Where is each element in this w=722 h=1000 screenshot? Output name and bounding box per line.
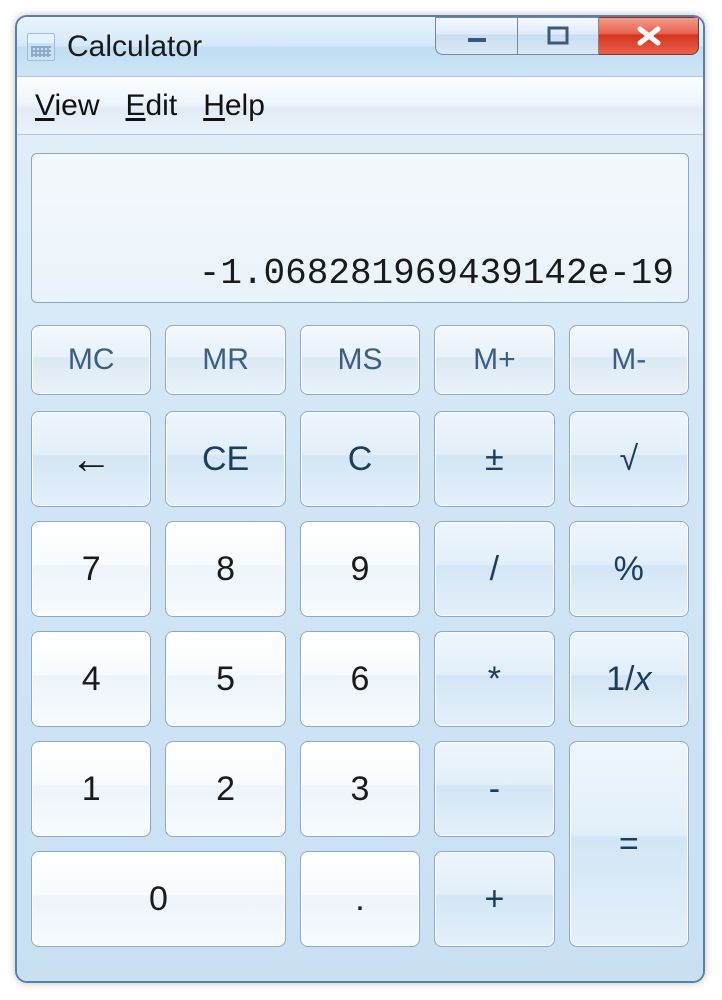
digit-9-button[interactable]: 9 [300,521,420,617]
digit-3-button[interactable]: 3 [300,741,420,837]
multiply-button[interactable]: * [434,631,554,727]
close-button[interactable] [599,17,699,55]
add-button[interactable]: + [434,851,554,947]
minimize-button[interactable] [435,17,517,55]
digit-7-button[interactable]: 7 [31,521,151,617]
reciprocal-button[interactable]: 1/x [569,631,689,727]
backspace-icon: ← [70,438,112,480]
digit-8-button[interactable]: 8 [165,521,285,617]
memory-row: MC MR MS M+ M- [31,325,689,395]
display-value: -1.068281969439142e-19 [199,253,674,294]
divide-button[interactable]: / [434,521,554,617]
digit-4-button[interactable]: 4 [31,631,151,727]
ms-button[interactable]: MS [300,325,420,395]
c-button[interactable]: C [300,411,420,507]
close-icon [632,24,666,48]
window-controls [435,17,699,55]
mr-button[interactable]: MR [165,325,285,395]
subtract-button[interactable]: - [434,741,554,837]
client-area: -1.068281969439142e-19 MC MR MS M+ M- ← … [17,135,703,981]
calculator-window: Calculator View Edit Help -1.06828196943… [15,15,705,983]
keypad: ← CE C ± √ 7 8 9 / % 4 5 6 * 1/x 1 2 3 -… [31,411,689,947]
maximize-icon [543,25,573,47]
equals-button[interactable]: = [569,741,689,947]
calculator-icon [27,33,55,61]
menu-help[interactable]: Help [203,89,265,123]
maximize-button[interactable] [517,17,599,55]
mplus-button[interactable]: M+ [434,325,554,395]
decimal-button[interactable]: . [300,851,420,947]
window-title: Calculator [67,30,202,64]
menu-edit[interactable]: Edit [125,89,177,123]
mc-button[interactable]: MC [31,325,151,395]
menubar: View Edit Help [17,77,703,135]
menu-view[interactable]: View [35,89,99,123]
digit-2-button[interactable]: 2 [165,741,285,837]
digit-5-button[interactable]: 5 [165,631,285,727]
percent-button[interactable]: % [569,521,689,617]
digit-0-button[interactable]: 0 [31,851,286,947]
sqrt-button[interactable]: √ [569,411,689,507]
digit-6-button[interactable]: 6 [300,631,420,727]
backspace-button[interactable]: ← [31,411,151,507]
negate-button[interactable]: ± [434,411,554,507]
digit-1-button[interactable]: 1 [31,741,151,837]
ce-button[interactable]: CE [165,411,285,507]
titlebar[interactable]: Calculator [17,17,703,77]
result-display: -1.068281969439142e-19 [31,153,689,303]
minimize-icon [462,26,492,46]
mminus-button[interactable]: M- [569,325,689,395]
